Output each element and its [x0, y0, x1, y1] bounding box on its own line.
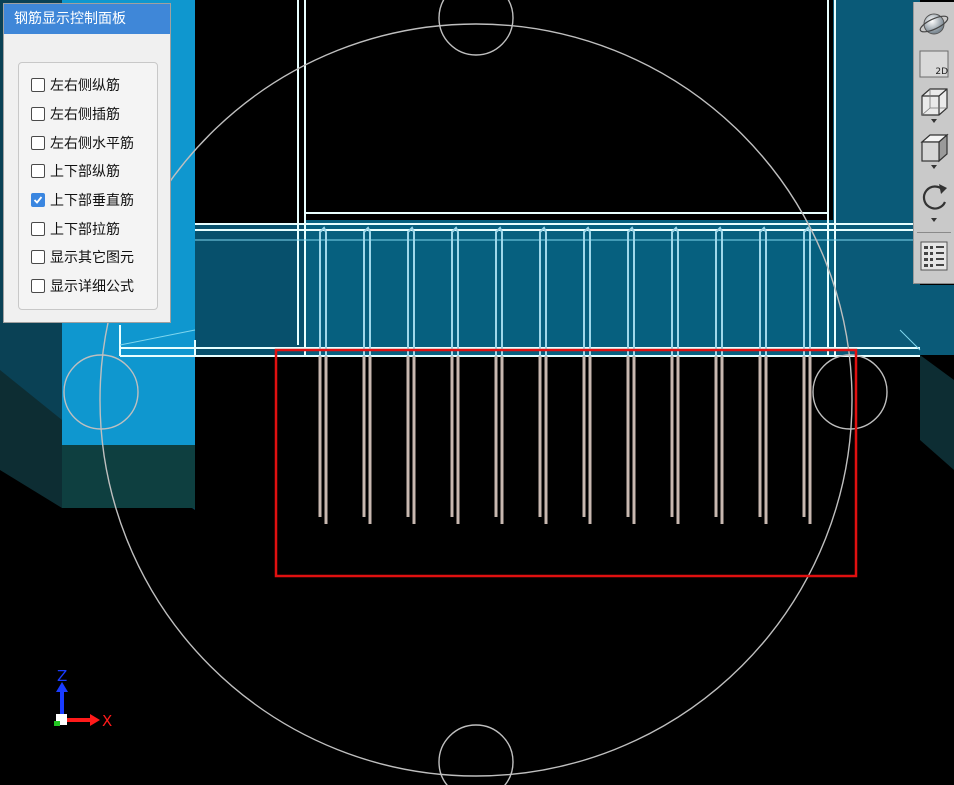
- axis-x-label: X: [102, 712, 112, 730]
- option-label: 上下部纵筋: [50, 164, 120, 181]
- checkbox[interactable]: [31, 164, 45, 179]
- checkbox[interactable]: [31, 78, 45, 93]
- solid-view-button[interactable]: [918, 132, 950, 172]
- checkbox[interactable]: [31, 279, 45, 294]
- checkbox[interactable]: [31, 221, 45, 236]
- left-column-base: [62, 445, 195, 508]
- rotate-button[interactable]: [918, 180, 950, 224]
- checkbox[interactable]: [31, 193, 45, 208]
- view-2d-label: 2D: [935, 67, 948, 77]
- wireframe-view-button[interactable]: [918, 86, 950, 126]
- checkbox[interactable]: [31, 107, 45, 122]
- toolbar-divider: [917, 232, 951, 233]
- option-top-bottom-vertical[interactable]: 上下部垂直筋: [19, 186, 157, 215]
- option-label: 左右侧纵筋: [50, 78, 120, 95]
- rotate-icon: [922, 184, 947, 222]
- axis-z-label: Z: [57, 667, 67, 685]
- checkbox[interactable]: [31, 135, 45, 150]
- option-label: 左右侧水平筋: [50, 135, 134, 152]
- option-top-bottom-tie[interactable]: 上下部拉筋: [19, 214, 157, 243]
- option-label: 上下部拉筋: [50, 221, 120, 238]
- right-lower-wedge: [920, 355, 954, 470]
- right-edge-block: [920, 285, 954, 355]
- layer-list-button[interactable]: [918, 240, 950, 272]
- axis-indicator: Z X: [54, 667, 112, 730]
- option-top-bottom-longitudinal[interactable]: 上下部纵筋: [19, 157, 157, 186]
- option-label: 上下部垂直筋: [50, 193, 134, 210]
- option-label: 显示其它图元: [50, 250, 134, 267]
- option-label: 左右侧插筋: [50, 107, 120, 124]
- view-toolbar: 2D: [913, 2, 954, 284]
- layer-list-icon: [920, 241, 948, 271]
- panel-title[interactable]: 钢筋显示控制面板: [4, 4, 170, 34]
- view-2d-button[interactable]: 2D: [918, 48, 950, 80]
- checkbox[interactable]: [31, 250, 45, 265]
- option-left-right-longitudinal[interactable]: 左右侧纵筋: [19, 71, 157, 100]
- panel-options-group: 左右侧纵筋 左右侧插筋 左右侧水平筋 上下部纵筋 上下部垂直筋 上下部拉筋 显示…: [18, 62, 158, 310]
- orbit-sphere-icon: [919, 13, 949, 35]
- right-column: [833, 0, 920, 355]
- solid-cube-icon: [920, 133, 949, 169]
- rebar-display-control-panel: 钢筋显示控制面板 左右侧纵筋 左右侧插筋 左右侧水平筋 上下部纵筋 上下部垂直筋…: [3, 3, 171, 323]
- option-left-right-horizontal[interactable]: 左右侧水平筋: [19, 128, 157, 157]
- option-show-other-elements[interactable]: 显示其它图元: [19, 243, 157, 272]
- option-left-right-dowel[interactable]: 左右侧插筋: [19, 100, 157, 129]
- option-label: 显示详细公式: [50, 279, 134, 296]
- option-show-detailed-formula[interactable]: 显示详细公式: [19, 272, 157, 301]
- wireframe-cube-icon: [921, 88, 948, 123]
- orbit-button[interactable]: [918, 8, 950, 40]
